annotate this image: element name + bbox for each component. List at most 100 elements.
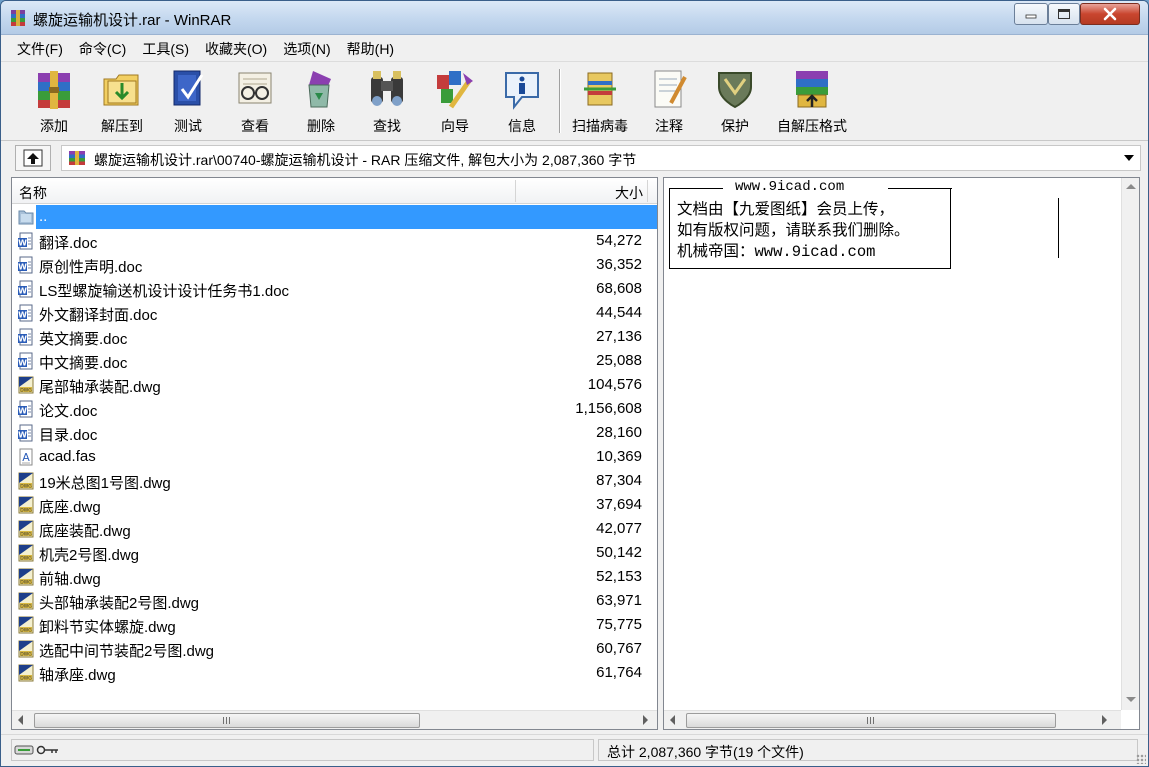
- menu-tools[interactable]: 工具(S): [134, 39, 197, 59]
- svg-text:W: W: [18, 287, 27, 296]
- comment-domain: www.9icad.com: [735, 179, 845, 195]
- file-row[interactable]: W 翻译.doc 54,272: [12, 229, 657, 253]
- file-name: 前轴.dwg: [39, 571, 101, 588]
- winrar-window: 螺旋运输机设计.rar - WinRAR 文件(F) 命令(C) 工具(S) 收…: [0, 0, 1149, 767]
- scroll-left-icon[interactable]: [670, 715, 675, 725]
- file-size: 75,775: [596, 616, 642, 633]
- column-divider[interactable]: [515, 180, 516, 202]
- file-row[interactable]: W 论文.doc 1,156,608: [12, 397, 657, 421]
- file-row[interactable]: Aacad.fas 10,369: [12, 445, 657, 469]
- horizontal-scrollbar[interactable]: [664, 710, 1121, 729]
- column-header-name[interactable]: 名称: [19, 183, 47, 203]
- resize-grip-icon[interactable]: [1136, 754, 1146, 764]
- dwg-file-icon: DWG: [18, 568, 34, 586]
- file-size: 37,694: [596, 496, 642, 513]
- menu-file[interactable]: 文件(F): [9, 39, 71, 59]
- file-row[interactable]: DWG 机壳2号图.dwg 50,142: [12, 541, 657, 565]
- file-list-pane: 名称 大小 .. W 翻译.doc 54,272 W 原创性声明.doc 36,352 W L…: [11, 177, 658, 730]
- file-name: 19米总图1号图.dwg: [39, 475, 171, 492]
- view-button[interactable]: 查看: [222, 65, 288, 137]
- file-row[interactable]: DWG 卸料节实体螺旋.dwg 75,775: [12, 613, 657, 637]
- svg-text:W: W: [18, 239, 27, 248]
- scroll-up-icon[interactable]: [1126, 184, 1136, 189]
- file-name: 选配中间节装配2号图.dwg: [39, 643, 215, 660]
- extract-folder-icon: [103, 74, 139, 106]
- file-row[interactable]: DWG 底座.dwg 37,694: [12, 493, 657, 517]
- file-row[interactable]: W 中文摘要.doc 25,088: [12, 349, 657, 373]
- info-button[interactable]: 信息: [489, 65, 555, 137]
- scroll-right-icon[interactable]: [1102, 715, 1107, 725]
- sfx-icon: [796, 71, 828, 108]
- svg-text:W: W: [18, 311, 27, 320]
- file-row[interactable]: W LS型螺旋输送机设计设计任务书1.doc 68,608: [12, 277, 657, 301]
- title-bar[interactable]: 螺旋运输机设计.rar - WinRAR: [1, 1, 1148, 35]
- column-divider[interactable]: [647, 180, 648, 202]
- add-label: 添加: [40, 118, 68, 134]
- add-archive-icon: [38, 71, 70, 109]
- chevron-down-icon[interactable]: [1124, 155, 1134, 161]
- delete-icon: [308, 71, 331, 108]
- menu-commands[interactable]: 命令(C): [71, 39, 134, 59]
- path-combobox[interactable]: 螺旋运输机设计.rar\00740-螺旋运输机设计 - RAR 压缩文件, 解包…: [61, 145, 1141, 171]
- file-row[interactable]: DWG 头部轴承装配2号图.dwg 63,971: [12, 589, 657, 613]
- drive-key-icon[interactable]: [14, 743, 60, 757]
- info-label: 信息: [508, 118, 536, 134]
- file-row[interactable]: DWG 19米总图1号图.dwg 87,304: [12, 469, 657, 493]
- file-size: 25,088: [596, 352, 642, 369]
- find-button[interactable]: 查找: [354, 65, 420, 137]
- protect-button[interactable]: 保护: [702, 65, 768, 137]
- wizard-button[interactable]: 向导: [422, 65, 488, 137]
- virusscan-button[interactable]: 扫描病毒: [567, 65, 633, 137]
- file-size: 50,142: [596, 544, 642, 561]
- close-button[interactable]: [1080, 3, 1140, 25]
- column-header-size[interactable]: 大小: [518, 183, 643, 203]
- file-size: 1,156,608: [575, 400, 642, 417]
- scrollbar-thumb[interactable]: [34, 713, 420, 728]
- comment-box-border: [670, 188, 723, 189]
- maximize-button[interactable]: [1048, 3, 1080, 25]
- svg-text:DWG: DWG: [20, 388, 32, 394]
- file-row[interactable]: W 英文摘要.doc 27,136: [12, 325, 657, 349]
- menu-favorites[interactable]: 收藏夹(O): [197, 39, 275, 59]
- file-row[interactable]: DWG 轴承座.dwg 61,764: [12, 661, 657, 685]
- address-bar: 螺旋运输机设计.rar\00740-螺旋运输机设计 - RAR 压缩文件, 解包…: [1, 142, 1148, 174]
- file-size: 10,369: [596, 448, 642, 465]
- extract-button[interactable]: 解压到: [89, 65, 155, 137]
- up-one-level-button[interactable]: [15, 145, 51, 171]
- file-size: 68,608: [596, 280, 642, 297]
- file-size: 28,160: [596, 424, 642, 441]
- dwg-file-icon: DWG: [18, 664, 34, 682]
- comment-button[interactable]: 注释: [636, 65, 702, 137]
- scrollbar-thumb[interactable]: [686, 713, 1056, 728]
- file-name: LS型螺旋输送机设计设计任务书1.doc: [39, 283, 290, 300]
- file-row[interactable]: DWG 前轴.dwg 52,153: [12, 565, 657, 589]
- dwg-file-icon: DWG: [18, 496, 34, 514]
- horizontal-scrollbar[interactable]: [12, 710, 657, 729]
- scroll-left-icon[interactable]: [18, 715, 23, 725]
- file-row[interactable]: DWG 选配中间节装配2号图.dwg 60,767: [12, 637, 657, 661]
- svg-text:DWG: DWG: [20, 580, 32, 586]
- svg-text:DWG: DWG: [20, 628, 32, 634]
- minimize-button[interactable]: [1014, 3, 1048, 25]
- file-row[interactable]: DWG 尾部轴承装配.dwg 104,576: [12, 373, 657, 397]
- grip-icon: [867, 717, 876, 724]
- file-row[interactable]: W 目录.doc 28,160: [12, 421, 657, 445]
- file-row[interactable]: W 原创性声明.doc 36,352: [12, 253, 657, 277]
- dwg-file-icon: DWG: [18, 616, 34, 634]
- test-button[interactable]: 测试: [155, 65, 221, 137]
- menu-help[interactable]: 帮助(H): [339, 39, 402, 59]
- list-item-parent-folder[interactable]: ..: [12, 205, 657, 229]
- vertical-scrollbar[interactable]: [1121, 178, 1139, 710]
- menu-options[interactable]: 选项(N): [275, 39, 338, 59]
- find-label: 查找: [373, 118, 401, 134]
- scroll-right-icon[interactable]: [643, 715, 648, 725]
- sfx-button[interactable]: 自解压格式: [777, 65, 847, 137]
- file-name: 机壳2号图.dwg: [39, 547, 140, 564]
- scroll-down-icon[interactable]: [1126, 697, 1136, 702]
- delete-button[interactable]: 删除: [288, 65, 354, 137]
- file-size: 36,352: [596, 256, 642, 273]
- close-icon: [1103, 7, 1117, 21]
- file-row[interactable]: DWG 底座装配.dwg 42,077: [12, 517, 657, 541]
- file-row[interactable]: W 外文翻译封面.doc 44,544: [12, 301, 657, 325]
- add-button[interactable]: 添加: [21, 65, 87, 137]
